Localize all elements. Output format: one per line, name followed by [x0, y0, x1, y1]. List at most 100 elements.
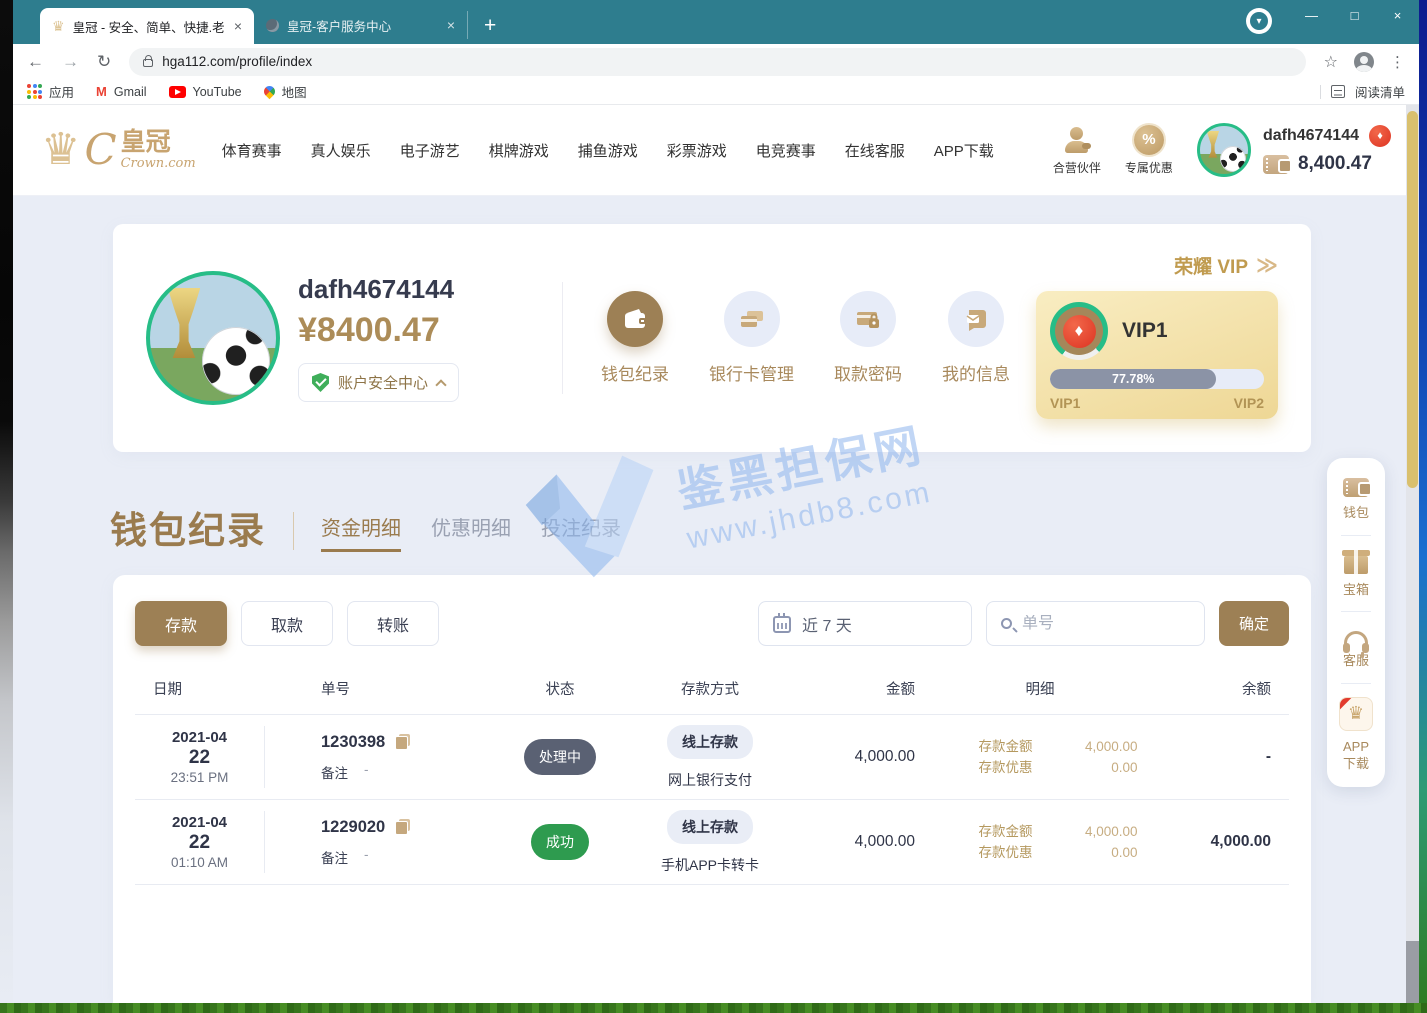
security-center-button[interactable]: 账户安全中心: [298, 363, 459, 402]
forward-icon[interactable]: →: [62, 53, 79, 70]
scrollbar-thumb[interactable]: [1407, 111, 1418, 488]
tab-close-icon[interactable]: ×: [232, 18, 244, 34]
reading-list[interactable]: 阅读清单: [1320, 82, 1405, 101]
bank-card-icon: [724, 291, 780, 347]
filter-withdraw-button[interactable]: 取款: [241, 601, 333, 646]
chevron-up-icon: [435, 379, 446, 390]
confirm-button[interactable]: 确定: [1219, 601, 1289, 646]
nav-app-download[interactable]: APP下载: [934, 140, 994, 161]
copy-icon[interactable]: [395, 734, 410, 750]
bookmark-gmail[interactable]: M Gmail: [96, 84, 147, 99]
maximize-button[interactable]: □: [1333, 0, 1376, 31]
method-tag: 线上存款: [667, 810, 753, 844]
nav-board-games[interactable]: 棋牌游戏: [489, 140, 549, 161]
bookmark-maps[interactable]: 地图: [264, 82, 307, 101]
filter-transfer-button[interactable]: 转账: [347, 601, 439, 646]
bookmark-youtube[interactable]: YouTube: [169, 85, 242, 99]
filter-deposit-button[interactable]: 存款: [135, 601, 227, 646]
copy-icon[interactable]: [395, 819, 410, 835]
search-icon: [1001, 618, 1012, 629]
page-scrollbar[interactable]: [1406, 105, 1419, 1003]
vip-progress-fill: 77.78%: [1050, 369, 1216, 389]
promo-link[interactable]: % 专属优惠: [1125, 125, 1173, 176]
sidebar-item-service[interactable]: 客服: [1343, 625, 1369, 670]
nav-lottery[interactable]: 彩票游戏: [667, 140, 727, 161]
reading-list-icon: [1331, 85, 1345, 98]
calendar-icon: [773, 616, 791, 633]
page-viewport: ♛ C 皇冠 Crown.com 体育赛事 真人娱乐 电子游艺 棋牌游戏 捕鱼游…: [13, 105, 1419, 1003]
note-label: 备注: [321, 847, 348, 867]
nav-live-casino[interactable]: 真人娱乐: [311, 140, 371, 161]
close-button[interactable]: ×: [1376, 0, 1419, 31]
tab-active[interactable]: ♛ 皇冠 - 安全、简单、快捷.老品牌 ×: [40, 8, 254, 44]
sidebar-item-treasure[interactable]: 宝箱: [1343, 549, 1369, 599]
tab-promo-details[interactable]: 优惠明细: [431, 512, 511, 552]
profile-balance: ¥8400.47: [298, 311, 538, 350]
nav-esports[interactable]: 电竞赛事: [756, 140, 816, 161]
action-wallet-records[interactable]: 钱包纪录: [601, 291, 669, 385]
action-withdraw-password[interactable]: 取款密码: [834, 291, 902, 385]
logo-initial: C: [84, 133, 116, 167]
vip-badge-inner: ♦: [1055, 307, 1103, 355]
minimize-button[interactable]: —: [1290, 0, 1333, 31]
status-badge: 处理中: [524, 739, 596, 775]
vip-card[interactable]: ♦ VIP1 77.78% VIP1 VIP2: [1036, 291, 1278, 419]
profile-avatar-icon[interactable]: [1354, 52, 1374, 72]
vip-diamond-icon: ♦: [1063, 315, 1096, 348]
wallet-records-card: 存款 取款 转账 近 7 天 确定 日期: [113, 575, 1311, 1003]
site-logo[interactable]: ♛ C 皇冠 Crown.com: [41, 130, 196, 170]
status-cell: 成功: [500, 824, 620, 860]
action-bank-cards[interactable]: 银行卡管理: [709, 291, 794, 385]
bookmarks-bar: 应用 M Gmail YouTube 地图 阅读清单: [13, 79, 1419, 105]
method-cell: 线上存款 手机APP卡转卡: [620, 810, 800, 875]
trophy-art: [1207, 131, 1219, 158]
divider: [293, 512, 294, 550]
menu-dots-icon[interactable]: ⋮: [1390, 53, 1405, 71]
partner-link[interactable]: 合营伙伴: [1053, 125, 1101, 176]
order-search-input[interactable]: [1022, 615, 1172, 633]
nav-slots[interactable]: 电子游艺: [400, 140, 460, 161]
tab-close-icon[interactable]: ×: [445, 17, 457, 33]
profile-username: dafh4674144: [298, 274, 538, 305]
header-user[interactable]: dafh4674144 ♦ 8,400.47: [1197, 123, 1391, 177]
method-name: 网上银行支付: [668, 770, 752, 790]
sidebar-item-wallet[interactable]: 钱包: [1343, 478, 1369, 522]
crown-logo-icon: ♛: [41, 130, 80, 170]
detail-cell: 存款金额4,000.00 存款优惠0.00: [930, 736, 1150, 778]
new-tab-button[interactable]: +: [484, 15, 496, 36]
order-number: 1229020: [321, 818, 385, 837]
refresh-icon[interactable]: ↻: [97, 53, 111, 70]
vip-header-link[interactable]: 荣耀 VIP ≫: [1174, 252, 1278, 279]
wallet-section-head: 钱包纪录 资金明细 优惠明细 投注纪录: [110, 500, 621, 554]
user-avatar[interactable]: [1197, 123, 1251, 177]
tab-title: 皇冠 - 安全、简单、快捷.老品牌: [73, 17, 224, 36]
url-text: hga112.com/profile/index: [162, 54, 312, 69]
nav-fishing[interactable]: 捕鱼游戏: [578, 140, 638, 161]
tab-fund-details[interactable]: 资金明细: [321, 512, 401, 552]
balance-cell: 4,000.00: [1150, 833, 1289, 851]
sidebar-item-app-download[interactable]: ♛ APP下载: [1339, 697, 1373, 773]
date-range-picker[interactable]: 近 7 天: [758, 601, 972, 646]
bookmark-star-icon[interactable]: ☆: [1324, 52, 1338, 72]
gmail-icon: M: [96, 84, 107, 99]
vip-level: VIP1: [1122, 319, 1168, 343]
logo-subtext: Crown.com: [121, 157, 196, 170]
method-cell: 线上存款 网上银行支付: [620, 725, 800, 790]
nav-customer-service[interactable]: 在线客服: [845, 140, 905, 161]
bookmark-apps[interactable]: 应用: [27, 82, 74, 101]
divider: [1341, 683, 1371, 684]
nav-sports[interactable]: 体育赛事: [222, 140, 282, 161]
order-number: 1230398: [321, 733, 385, 752]
order-search-box[interactable]: [986, 601, 1205, 646]
tab-inactive[interactable]: 皇冠-客户服务中心 ×: [254, 11, 468, 39]
back-icon[interactable]: ←: [27, 53, 44, 70]
url-bar[interactable]: hga112.com/profile/index: [129, 48, 1305, 76]
site-favicon: [266, 19, 279, 32]
detail-cell: 存款金额4,000.00 存款优惠0.00: [930, 821, 1150, 863]
action-my-info[interactable]: 我的信息: [942, 291, 1010, 385]
lock-icon: [143, 59, 153, 67]
page-title: 钱包纪录: [110, 500, 266, 554]
browser-badge-button[interactable]: ▾: [1246, 8, 1272, 34]
order-cell: 1230398 备注 -: [265, 733, 500, 782]
tab-bet-records[interactable]: 投注纪录: [541, 512, 621, 552]
